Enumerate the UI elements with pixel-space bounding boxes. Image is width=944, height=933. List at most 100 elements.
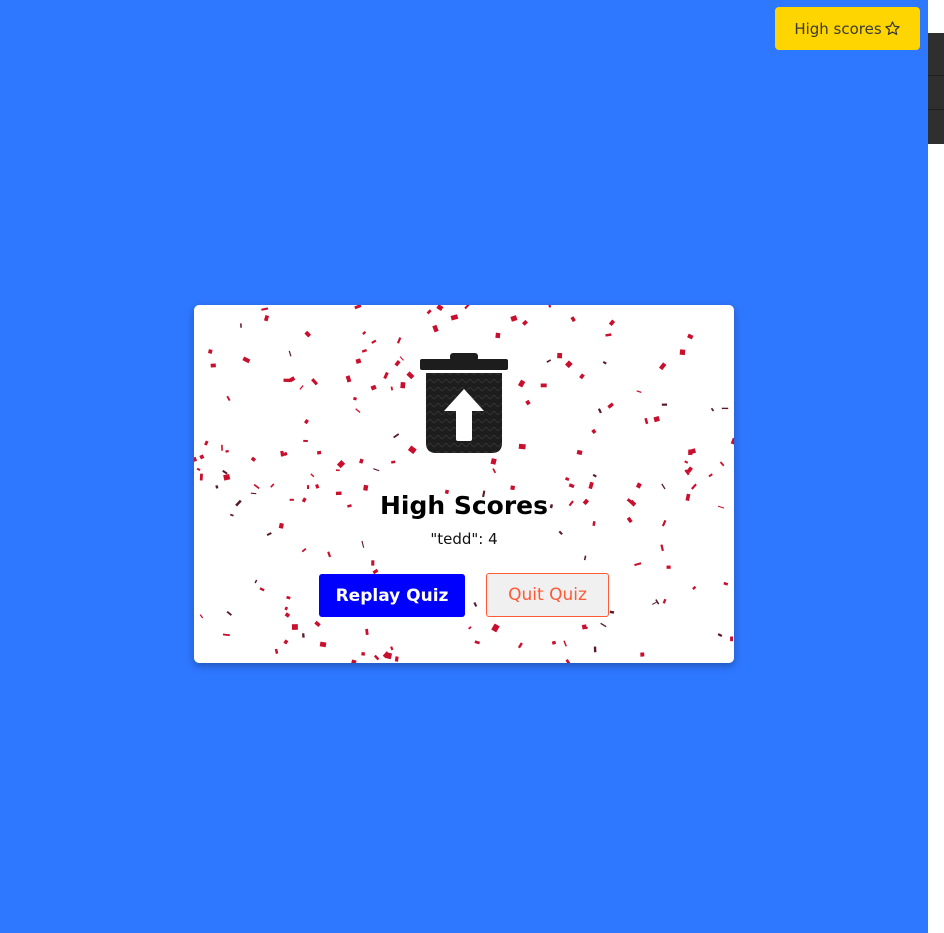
- confetti-piece: [283, 639, 289, 645]
- high-scores-button[interactable]: High scores: [775, 7, 920, 50]
- confetti-piece: [450, 314, 459, 321]
- confetti-piece: [583, 555, 587, 561]
- confetti-piece: [661, 403, 668, 406]
- confetti-piece: [354, 305, 362, 310]
- confetti-piece: [284, 606, 289, 611]
- replay-quiz-button[interactable]: Replay Quiz: [319, 574, 465, 617]
- confetti-piece: [370, 384, 377, 391]
- confetti-piece: [661, 483, 666, 490]
- confetti-piece: [278, 522, 284, 529]
- confetti-piece: [223, 473, 231, 481]
- confetti-piece: [199, 473, 203, 481]
- confetti-piece: [605, 333, 612, 337]
- confetti-piece: [491, 623, 500, 633]
- confetti-piece: [576, 449, 583, 456]
- side-panel-edge: [928, 33, 944, 144]
- confetti-piece: [304, 330, 312, 338]
- confetti-piece: [579, 373, 585, 380]
- confetti-piece: [210, 363, 216, 368]
- confetti-piece: [723, 581, 729, 586]
- confetti-piece: [310, 473, 315, 478]
- confetti-piece: [473, 602, 478, 607]
- confetti-piece: [688, 449, 693, 456]
- confetti-piece: [563, 640, 567, 647]
- confetti-piece: [301, 548, 307, 553]
- confetti-piece: [719, 461, 725, 467]
- confetti-piece: [390, 386, 394, 391]
- confetti-piece: [609, 610, 615, 614]
- confetti-piece: [302, 633, 305, 638]
- confetti-piece: [426, 309, 432, 315]
- confetti-piece: [655, 599, 660, 605]
- confetti-piece: [359, 458, 364, 464]
- confetti-piece: [204, 440, 209, 446]
- confetti-piece: [679, 349, 686, 356]
- confetti-piece: [383, 371, 389, 380]
- confetti-piece: [299, 385, 304, 390]
- confetti-piece: [371, 560, 375, 566]
- confetti-piece: [640, 652, 645, 657]
- confetti-piece: [565, 659, 571, 663]
- confetti-piece: [721, 407, 729, 410]
- confetti-piece: [199, 454, 205, 460]
- confetti-piece: [717, 633, 723, 638]
- confetti-piece: [644, 417, 649, 425]
- confetti-piece: [242, 356, 251, 364]
- confetti-piece: [661, 519, 667, 527]
- confetti-piece: [311, 378, 319, 386]
- confetti-piece: [517, 642, 523, 649]
- card-title: High Scores: [379, 491, 549, 520]
- confetti-piece: [270, 483, 275, 488]
- confetti-piece: [400, 382, 406, 389]
- confetti-piece: [284, 612, 291, 618]
- confetti-piece: [306, 485, 310, 489]
- confetti-piece: [608, 319, 616, 327]
- confetti-piece: [525, 399, 531, 406]
- confetti-piece: [510, 315, 518, 322]
- confetti-piece: [652, 601, 657, 605]
- confetti-piece: [351, 659, 357, 663]
- confetti-piece: [280, 450, 285, 457]
- confetti-piece: [319, 641, 327, 648]
- star-outline-icon: [884, 21, 900, 36]
- confetti-piece: [362, 330, 367, 335]
- confetti-piece: [314, 620, 321, 628]
- confetti-piece: [597, 408, 602, 414]
- confetti-piece: [600, 622, 607, 628]
- confetti-piece: [199, 614, 204, 619]
- confetti-piece: [495, 332, 501, 339]
- confetti-piece: [464, 305, 470, 310]
- confetti-piece: [407, 445, 417, 455]
- confetti-piece: [557, 352, 563, 359]
- confetti-piece: [565, 360, 573, 369]
- confetti-piece: [517, 379, 526, 388]
- confetti-piece: [394, 656, 399, 662]
- confetti-piece: [371, 339, 377, 344]
- high-scores-button-label: High scores: [794, 19, 882, 38]
- confetti-piece: [468, 626, 472, 630]
- confetti-piece: [353, 396, 357, 401]
- confetti-piece: [602, 360, 607, 365]
- quit-quiz-button[interactable]: Quit Quiz: [486, 573, 609, 617]
- score-entry: "tedd": 4: [430, 530, 498, 548]
- confetti-piece: [406, 371, 415, 380]
- confetti-piece: [274, 648, 279, 654]
- confetti-piece: [365, 628, 369, 636]
- confetti-piece: [692, 585, 697, 590]
- confetti-piece: [436, 305, 444, 312]
- confetti-piece: [390, 646, 394, 651]
- confetti-piece: [316, 450, 322, 455]
- confetti-piece: [304, 419, 309, 425]
- confetti-piece: [551, 640, 557, 645]
- confetti-piece: [315, 483, 320, 489]
- confetti-piece: [253, 483, 260, 490]
- confetti-piece: [691, 483, 697, 490]
- confetti-piece: [327, 551, 332, 558]
- confetti-piece: [634, 562, 642, 567]
- confetti-piece: [240, 323, 242, 328]
- confetti-piece: [730, 437, 734, 445]
- confetti-piece: [568, 483, 575, 489]
- confetti-piece: [361, 349, 367, 353]
- confetti-piece: [207, 349, 213, 354]
- confetti-piece: [226, 610, 232, 616]
